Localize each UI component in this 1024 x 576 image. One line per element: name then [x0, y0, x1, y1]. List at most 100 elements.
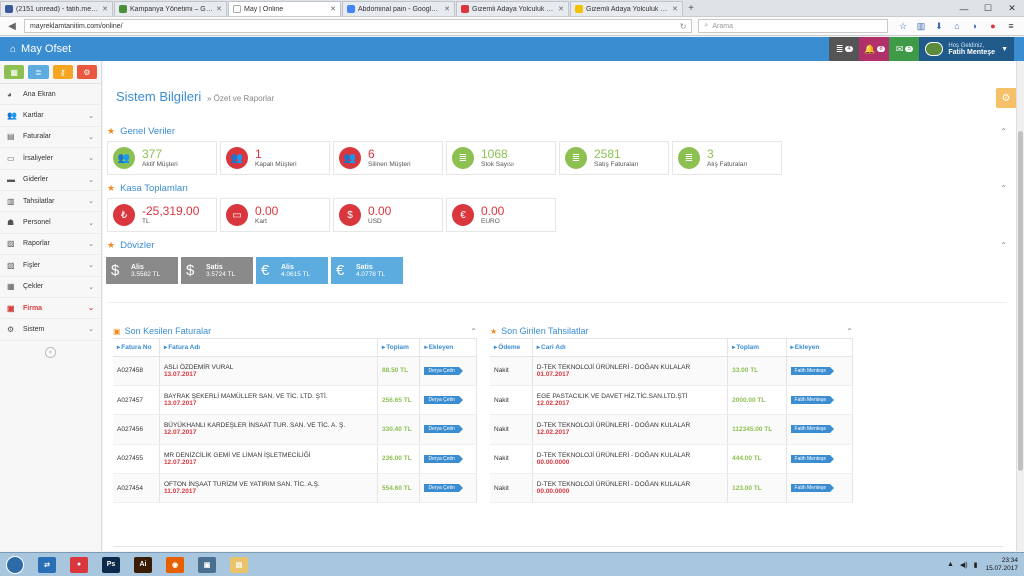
table-row[interactable]: Nakit D-TEK TEKNOLOJİ ÜRÜNLERİ - DOĞAN KU…	[490, 356, 854, 386]
browser-tab[interactable]: (2151 unread) - fatih.mentes...✕	[0, 1, 113, 16]
taskbar-app[interactable]: Ps	[96, 554, 126, 576]
sidebar-item[interactable]: ▧ Fişler ⌄	[0, 255, 101, 277]
tab-close-icon[interactable]: ✕	[672, 5, 678, 13]
collapse-up-icon[interactable]: ⌃	[1000, 184, 1007, 193]
column-header[interactable]: Fatura No	[113, 339, 160, 357]
table-row[interactable]: Nakit D-TEK TEKNOLOJİ ÜRÜNLERİ - DOĞAN KU…	[490, 444, 854, 475]
sidebar-item[interactable]: ▤ Faturalar ⌄	[0, 127, 101, 149]
taskbar-app[interactable]: ●	[64, 554, 94, 576]
sidebar-item[interactable]: ◕ Ana Ekran	[0, 84, 101, 106]
user-label[interactable]: Derya Çetin	[424, 396, 464, 405]
user-label[interactable]: Derya Çetin	[424, 366, 464, 375]
address-bar[interactable]: mayreklamtanitim.com/online/ ↻	[23, 19, 693, 33]
volume-icon[interactable]: ◀)	[960, 561, 968, 569]
user-label[interactable]: Derya Çetin	[424, 425, 464, 434]
collapse-sidebar-icon[interactable]: «	[45, 346, 56, 358]
tab-close-icon[interactable]: ✕	[558, 5, 564, 13]
sidebar-item[interactable]: ▬ Giderler ⌄	[0, 170, 101, 191]
tab-close-icon[interactable]: ✕	[102, 5, 108, 13]
page-scrollbar[interactable]	[1016, 61, 1024, 551]
tab-close-icon[interactable]: ✕	[216, 5, 222, 13]
browser-tab[interactable]: Kampanya Yönetimi – Google...✕	[114, 1, 227, 16]
table-row[interactable]: A027455 MR DENİZCİLİK GEMİ VE LİMAN İŞLET…	[113, 444, 477, 475]
reload-icon[interactable]: ↻	[680, 22, 687, 31]
sidebar-item[interactable]: ▭ İrsaliyeler ⌄	[0, 148, 101, 170]
stat-card: ≣ 2581 Satış Faturaları	[559, 141, 669, 175]
user-menu[interactable]: Hoş Geldiniz, Fatih Menteşe ▼	[919, 37, 1014, 61]
column-header[interactable]: Toplam	[377, 339, 421, 357]
shortcut-button[interactable]: ▦	[4, 65, 25, 79]
scrollbar-thumb[interactable]	[1018, 131, 1023, 471]
collapse-up-icon[interactable]: ⌃	[1000, 241, 1007, 250]
taskbar-app[interactable]: ▣	[192, 554, 222, 576]
shortcut-button[interactable]: ⚙	[76, 65, 97, 79]
user-label[interactable]: Fatih Menteşe	[790, 454, 834, 463]
network-icon[interactable]: ▮	[974, 561, 978, 569]
back-icon[interactable]: ◀	[4, 21, 20, 32]
menu-icon[interactable]: ≡	[1002, 21, 1020, 32]
browser-tab[interactable]: Gizemli Adaya Yolculuk (2013...✕	[570, 1, 683, 16]
column-header[interactable]: Toplam	[727, 339, 787, 357]
sidebar-item[interactable]: ⚙ Sistem ⌄	[0, 319, 101, 341]
notification-button[interactable]: ✉ 5	[889, 37, 920, 61]
column-header[interactable]: Ekleyen	[419, 339, 477, 357]
browser-tab[interactable]: Abdominal pain - Google'da Ar...✕	[342, 1, 455, 16]
sidebar-item-label: Çekler	[23, 283, 44, 291]
shortcut-button[interactable]: ⚷	[52, 65, 73, 79]
column-header[interactable]: Cari Adı	[532, 339, 729, 357]
taskbar-app[interactable]: ⇄	[32, 554, 62, 576]
collapse-up-icon[interactable]: ⌃	[470, 327, 477, 336]
table-row[interactable]: A027454 OFTON İNŞAAT TURİZM VE YATIRIM SA…	[113, 473, 477, 504]
collapse-up-icon[interactable]: ⌃	[1000, 127, 1007, 136]
table-row[interactable]: Nakit EGE PASTACILIK VE DAVET HİZ.TİC.SAN…	[490, 385, 854, 416]
maximize-icon[interactable]: ☐	[976, 0, 1000, 17]
taskbar-app[interactable]: ▤	[224, 554, 254, 576]
sidebar-item[interactable]: ▨ Raporlar ⌄	[0, 234, 101, 256]
table-row[interactable]: A027456 BÜYÜKHANLI KARDEŞLER İNSAAT TUR. …	[113, 414, 477, 445]
brand[interactable]: ⌂ May Ofset	[0, 43, 103, 55]
taskbar-app[interactable]: ◉	[160, 554, 190, 576]
user-label[interactable]: Fatih Menteşe	[790, 366, 834, 375]
notification-button[interactable]: ≣ 4	[829, 37, 860, 61]
taskbar-app[interactable]: Ai	[128, 554, 158, 576]
start-button[interactable]	[0, 554, 30, 576]
table-row[interactable]: A027457 BAYRAK ŞEKERLİ MAMÜLLER SAN. VE T…	[113, 385, 477, 416]
sidebar-item[interactable]: ▦ Çekler ⌄	[0, 277, 101, 298]
settings-gear-icon[interactable]: ⚙	[996, 88, 1016, 108]
column-header[interactable]: Ödeme	[490, 339, 533, 357]
sidebar-item[interactable]: 👥 Kartlar ⌄	[0, 105, 101, 127]
user-label[interactable]: Derya Çetin	[424, 484, 464, 493]
user-label[interactable]: Fatih Menteşe	[790, 396, 834, 405]
adblock-icon[interactable]: ●	[984, 21, 1002, 32]
table-row[interactable]: Nakit D-TEK TEKNOLOJİ ÜRÜNLERİ - DOĞAN KU…	[490, 414, 854, 445]
user-label[interactable]: Fatih Menteşe	[790, 484, 834, 493]
library-icon[interactable]: ▥	[912, 21, 930, 32]
shortcut-button[interactable]: ≣	[28, 65, 49, 79]
column-header[interactable]: Fatura Adı	[159, 339, 379, 357]
close-icon[interactable]: ✕	[1000, 0, 1024, 17]
browser-tab[interactable]: Gizemli Adaya Yolculuk Türk...✕	[456, 1, 569, 16]
bookmark-star-icon[interactable]: ☆	[894, 21, 912, 32]
users-icon: 👥	[113, 147, 135, 169]
user-label[interactable]: Derya Çetin	[424, 454, 464, 463]
collapse-up-icon[interactable]: ⌃	[846, 327, 853, 336]
tab-close-icon[interactable]: ✕	[330, 5, 336, 13]
table-row[interactable]: Nakit D-TEK TEKNOLOJİ ÜRÜNLERİ - DOĞAN KU…	[490, 473, 854, 504]
new-tab-icon[interactable]: +	[684, 1, 698, 16]
minimize-icon[interactable]: —	[952, 0, 976, 17]
pocket-icon[interactable]: ◗	[966, 21, 984, 32]
tab-close-icon[interactable]: ✕	[444, 5, 450, 13]
home-icon[interactable]: ⌂	[948, 21, 966, 32]
tray-up-icon[interactable]: ▲	[947, 561, 954, 568]
sidebar-item[interactable]: ▥ Tahsilatlar ⌄	[0, 191, 101, 213]
browser-tab[interactable]: May | Online ✕	[228, 1, 341, 16]
user-label[interactable]: Fatih Menteşe	[790, 425, 834, 434]
column-header[interactable]: Ekleyen	[786, 339, 854, 357]
download-icon[interactable]: ⬇	[930, 21, 948, 32]
browser-search-input[interactable]: ⌕ Arama	[698, 19, 888, 33]
sidebar-item[interactable]: ☗ Personel ⌄	[0, 212, 101, 234]
sidebar-item[interactable]: ▣ Firma ⌄	[0, 298, 101, 320]
table-row[interactable]: A027458 ASLI ÖZDEMİR VURAL 13.07.2017 88.50…	[113, 356, 477, 386]
clock[interactable]: 23:34 15.07.2017	[985, 557, 1018, 573]
notification-button[interactable]: 🔔 8	[859, 37, 890, 61]
